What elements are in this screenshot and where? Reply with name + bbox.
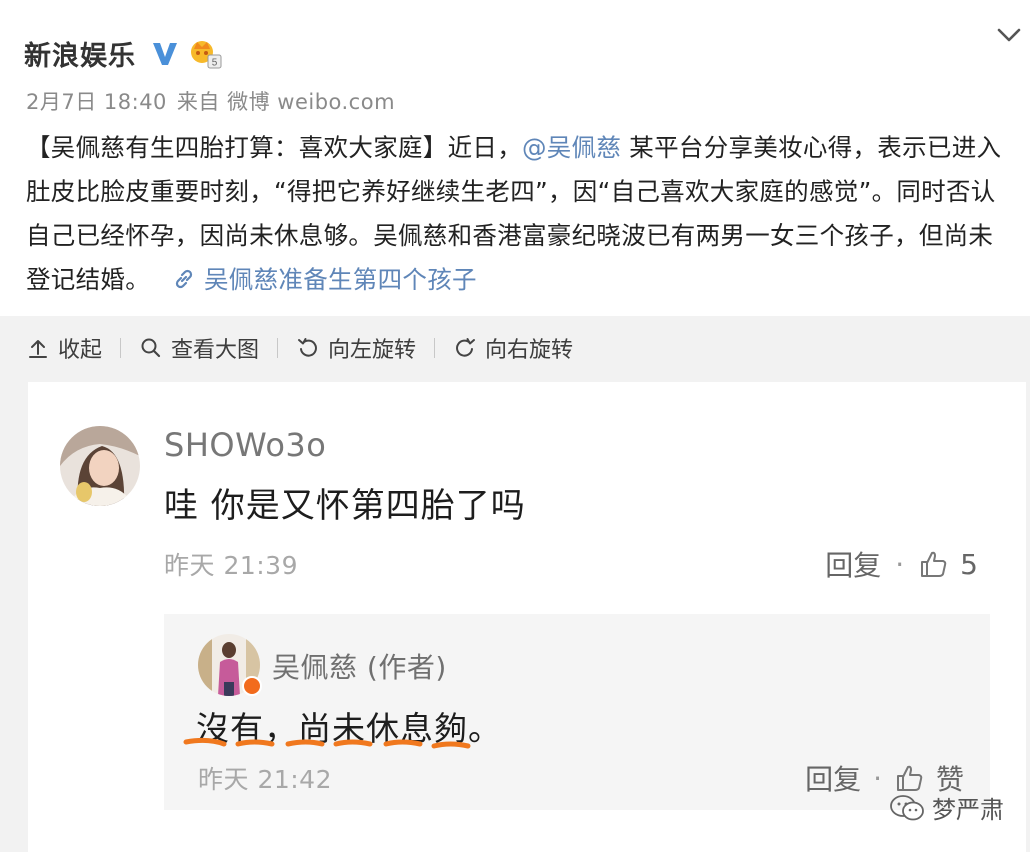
chevron-down-icon[interactable] [994, 22, 1024, 48]
rotate-left-icon [298, 338, 317, 357]
toolbar-divider [277, 338, 279, 358]
image-toolbar: 收起 查看大图 向左旋转 向右旋转 [26, 330, 573, 366]
post-time[interactable]: 2月7日 18:40 [26, 90, 167, 114]
post-text-part1: 【吴佩慈有生四胎打算：喜欢大家庭】近日， [26, 133, 522, 162]
rotate-right-button[interactable]: 向右旋转 [453, 332, 573, 364]
avatar-photo [60, 426, 140, 506]
arrow-up-icon [29, 340, 47, 358]
link-icon [175, 269, 193, 289]
avatar [60, 426, 140, 506]
search-icon [141, 338, 161, 358]
collapse-button[interactable]: 收起 [26, 332, 102, 364]
crown-level-number: 5 [212, 58, 218, 69]
verified-badge-icon [242, 676, 262, 696]
post-author: 新浪娱乐 5 [24, 30, 222, 76]
rotate-right-label: 向右旋转 [485, 338, 574, 363]
comment-reply-label: 回复 [825, 549, 882, 582]
comment-like-count: 5 [960, 547, 978, 581]
rotate-right-icon [456, 338, 476, 357]
comment-actions: 回复 · 5 [825, 544, 978, 584]
author-name[interactable]: 新浪娱乐 [24, 34, 136, 73]
watermark-text: 梦严肃 [932, 796, 1004, 824]
highlight-underline [183, 737, 471, 749]
topic-link[interactable]: 吴佩慈准备生第四个孩子 [172, 265, 477, 294]
reply-username: 吴佩慈 (作者) [272, 651, 447, 684]
verified-v-icon [153, 43, 177, 65]
comment-time: 昨天 21:39 [164, 551, 298, 580]
topic-link-text[interactable]: 吴佩慈准备生第四个孩子 [204, 265, 477, 294]
comment-username: SHOWo3o [164, 426, 327, 464]
post-meta: 2月7日 18:40 来自 微博 weibo.com [26, 86, 395, 116]
toolbar-divider [120, 338, 122, 358]
post-content: 【吴佩慈有生四胎打算：喜欢大家庭】近日，@吴佩慈 某平台分享美妆心得，表示已进入… [26, 126, 1016, 302]
separator-dot: · [873, 761, 882, 795]
reply-reply-label: 回复 [805, 763, 862, 796]
reply-time: 昨天 21:42 [198, 765, 332, 794]
wechat-icon [890, 794, 924, 820]
comment-text: 哇 你是又怀第四胎了吗 [164, 486, 526, 526]
rotate-left-button[interactable]: 向左旋转 [296, 332, 416, 364]
watermark: 梦严肃 [888, 790, 1004, 825]
collapse-label: 收起 [58, 338, 103, 363]
view-large-label: 查看大图 [171, 338, 260, 363]
crown-level-icon[interactable]: 5 [188, 36, 222, 70]
view-large-button[interactable]: 查看大图 [139, 332, 259, 364]
toolbar-divider [434, 338, 436, 358]
rotate-left-label: 向左旋转 [328, 338, 417, 363]
mention-link[interactable]: @吴佩慈 [522, 133, 621, 162]
thumbs-up-icon [921, 551, 947, 577]
post-source[interactable]: 来自 微博 weibo.com [177, 90, 395, 114]
separator-dot: · [895, 547, 905, 581]
